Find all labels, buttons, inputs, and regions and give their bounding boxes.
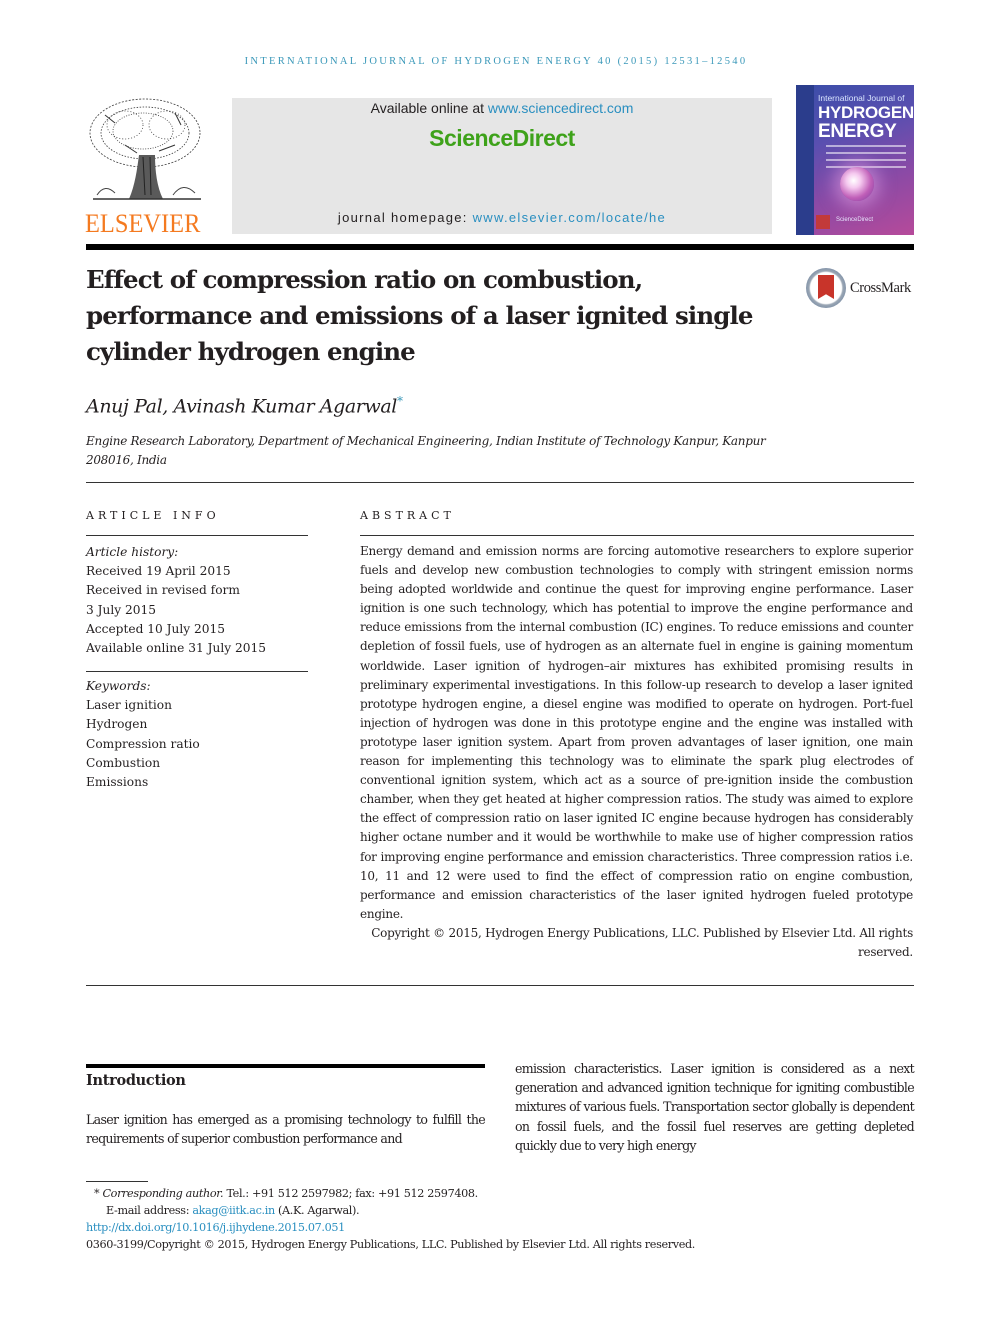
author-names: Anuj Pal, Avinash Kumar Agarwal: [86, 395, 397, 418]
doi-link[interactable]: http://dx.doi.org/10.1016/j.ijhydene.201…: [86, 1221, 345, 1234]
abstract-copyright: Copyright © 2015, Hydrogen Energy Public…: [371, 926, 913, 960]
cover-journal-line1: International Journal of: [818, 93, 905, 103]
affiliation-line: 208016, India: [86, 453, 167, 467]
cover-footer: ScienceDirect: [836, 217, 874, 223]
article-history-label: Article history:: [86, 545, 179, 559]
corresponding-author-footnote: * Corresponding author. Tel.: +91 512 25…: [94, 1185, 478, 1202]
corresponding-author-marker[interactable]: *: [397, 394, 403, 408]
affiliation: Engine Research Laboratory, Department o…: [86, 432, 786, 470]
keyword-item: Emissions: [86, 775, 149, 790]
available-online-line: Available online at www.sciencedirect.co…: [232, 100, 772, 116]
section-divider: [86, 482, 914, 483]
abstract-divider: [360, 535, 914, 536]
journal-homepage-link[interactable]: www.elsevier.com/locate/he: [473, 210, 666, 225]
sciencedirect-link[interactable]: www.sciencedirect.com: [488, 100, 634, 116]
introduction-heading: Introduction: [86, 1072, 186, 1089]
homepage-prefix: journal homepage:: [337, 210, 473, 225]
keyword-item: Combustion: [86, 755, 161, 770]
cover-orb-graphic: [840, 167, 874, 201]
sciencedirect-logo[interactable]: ScienceDirect: [232, 125, 772, 152]
history-item: Received 19 April 2015: [86, 564, 231, 579]
introduction-paragraph-right: emission characteristics. Laser ignition…: [515, 1061, 915, 1153]
keywords: Keywords: Laser ignition Hydrogen Compre…: [86, 677, 308, 792]
article-title: Effect of compression ratio on combustio…: [86, 265, 753, 366]
journal-homepage-line: journal homepage: www.elsevier.com/locat…: [232, 210, 772, 225]
history-item: Accepted 10 July 2015: [86, 621, 226, 636]
crossmark-label: CrossMark: [850, 280, 911, 296]
section-divider: [86, 985, 914, 986]
keyword-item: Laser ignition: [86, 698, 172, 713]
keyword-item: Compression ratio: [86, 736, 200, 751]
crossmark-button[interactable]: CrossMark: [806, 268, 916, 308]
journal-cover-image[interactable]: International Journal of HYDROGEN ENERGY…: [796, 85, 914, 235]
email-label: E-mail address:: [106, 1204, 193, 1217]
email-suffix: (A.K. Agarwal).: [274, 1204, 360, 1217]
abstract-body: Energy demand and emission norms are for…: [360, 544, 913, 921]
sciencedirect-banner: Available online at www.sciencedirect.co…: [232, 98, 772, 234]
introduction-rule: [86, 1064, 485, 1068]
introduction-paragraph-left: Laser ignition has emerged as a promisin…: [86, 1112, 486, 1147]
keyword-item: Hydrogen: [86, 717, 148, 732]
email-footnote: E-mail address: akag@iitk.ac.in (A.K. Ag…: [106, 1202, 360, 1219]
email-link[interactable]: akag@iitk.ac.in: [192, 1204, 275, 1217]
running-head: INTERNATIONAL JOURNAL OF HYDROGEN ENERGY…: [244, 56, 748, 67]
history-item: Available online 31 July 2015: [86, 641, 267, 656]
corresponding-author-label: Corresponding author.: [102, 1187, 224, 1200]
cover-badge-icon: [816, 215, 830, 229]
elsevier-wordmark: ELSEVIER: [85, 209, 201, 238]
available-prefix: Available online at: [370, 100, 488, 116]
article-info-divider: [86, 535, 308, 536]
footnote-rule: [86, 1181, 148, 1182]
footnote-marker: *: [94, 1187, 100, 1200]
header-rule: [86, 244, 914, 250]
article-history: Article history: Received 19 April 2015 …: [86, 543, 308, 658]
elsevier-tree-icon: [89, 98, 201, 200]
keywords-divider: [86, 671, 308, 672]
cover-journal-line2: HYDROGEN: [818, 103, 914, 122]
history-item: 3 July 2015: [86, 602, 157, 617]
cover-strip: [796, 85, 814, 235]
abstract-heading: ABSTRACT: [360, 509, 455, 522]
author-list: Anuj Pal, Avinash Kumar Agarwal*: [86, 394, 403, 417]
affiliation-line: Engine Research Laboratory, Department o…: [86, 434, 766, 448]
issn-copyright-line: 0360-3199/Copyright © 2015, Hydrogen Ene…: [86, 1238, 695, 1251]
keywords-label: Keywords:: [86, 679, 151, 693]
cover-journal-line3: ENERGY: [818, 121, 897, 142]
article-info-heading: ARTICLE INFO: [86, 509, 220, 522]
elsevier-logo[interactable]: ELSEVIER: [85, 95, 210, 238]
contact-info: Tel.: +91 512 2597982; fax: +91 512 2597…: [223, 1187, 478, 1200]
doi-line: http://dx.doi.org/10.1016/j.ijhydene.201…: [86, 1219, 345, 1236]
history-item: Received in revised form: [86, 583, 240, 598]
